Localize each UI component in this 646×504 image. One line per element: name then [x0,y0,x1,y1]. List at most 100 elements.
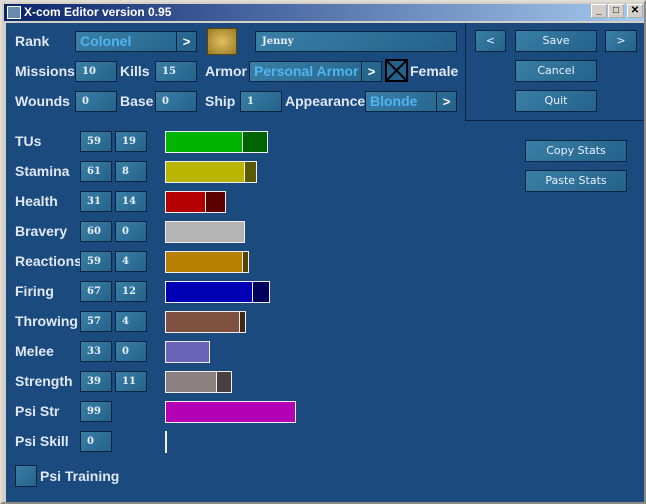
stat-base-field[interactable]: 33 [80,341,112,362]
stat-bar-bonus [240,312,245,332]
stat-label: Psi Skill [15,433,69,449]
panel-divider [465,23,466,121]
rank-select[interactable]: Colonel > [75,31,197,52]
close-button[interactable]: ✕ [627,4,643,18]
stat-base-field[interactable]: 59 [80,251,112,272]
window-title: X-com Editor version 0.95 [24,5,172,19]
stat-bar-base [166,312,240,332]
stat-base-field[interactable]: 67 [80,281,112,302]
stat-base-field[interactable]: 39 [80,371,112,392]
stat-bar-bonus [243,132,267,152]
copy-stats-button[interactable]: Copy Stats [525,140,627,162]
appearance-value: Blonde [370,93,418,109]
stat-bar [165,281,270,303]
stat-bar-base [166,342,209,362]
stat-label: Throwing [15,313,78,329]
chevron-right-icon[interactable]: > [176,32,196,51]
stat-label: Reactions [15,253,82,269]
stat-bar-bonus [217,372,231,392]
stat-bar [165,221,245,243]
stat-base-field[interactable]: 31 [80,191,112,212]
rank-label: Rank [15,33,50,49]
stat-label: Bravery [15,223,68,239]
stat-bonus-field[interactable]: 4 [115,251,147,272]
stat-base-field[interactable]: 57 [80,311,112,332]
stat-bar [165,311,246,333]
stat-base-field[interactable]: 0 [80,431,112,452]
armor-value: Personal Armor [254,63,359,79]
base-field[interactable]: 0 [155,91,197,112]
kills-label: Kills [120,63,150,79]
app-icon [7,6,21,19]
stat-label: Firing [15,283,54,299]
base-label: Base [120,93,154,109]
armor-select[interactable]: Personal Armor > [249,61,382,82]
stat-bar-bonus [243,252,248,272]
rank-badge-icon [207,28,237,55]
stat-label: Health [15,193,58,209]
ship-label: Ship [205,93,236,109]
stat-bar [165,431,167,453]
stat-bonus-field[interactable]: 0 [115,221,147,242]
title-bar: X-com Editor version 0.95 [4,4,644,21]
appearance-select[interactable]: Blonde > [365,91,457,112]
stat-label: Psi Str [15,403,60,419]
stat-label: TUs [15,133,42,149]
stat-bar [165,191,226,213]
stat-bar-base [166,162,245,182]
stat-bar-base [166,192,206,212]
stat-label: Stamina [15,163,70,179]
stat-bonus-field[interactable]: 0 [115,341,147,362]
stat-base-field[interactable]: 60 [80,221,112,242]
panel-divider [465,120,644,121]
prev-soldier-button[interactable]: < [475,30,506,52]
stat-base-field[interactable]: 59 [80,131,112,152]
save-button[interactable]: Save [515,30,597,52]
appearance-label: Appearance [285,93,366,109]
stat-base-field[interactable]: 99 [80,401,112,422]
stat-bar [165,251,249,273]
checkmark-x-icon [386,60,407,81]
stat-bar-base [166,132,243,152]
next-soldier-button[interactable]: > [605,30,637,52]
paste-stats-button[interactable]: Paste Stats [525,170,627,192]
female-label: Female [410,63,459,79]
quit-button[interactable]: Quit [515,90,597,112]
armor-label: Armor [205,63,248,79]
stat-bar-bonus [253,282,269,302]
wounds-label: Wounds [15,93,70,109]
client-area: Rank Colonel > Jenny Missions 10 Kills 15… [6,23,644,502]
stat-bonus-field[interactable]: 8 [115,161,147,182]
ship-field[interactable]: 1 [240,91,282,112]
minimize-button[interactable]: _ [591,4,607,18]
maximize-button[interactable]: □ [608,4,624,18]
rank-value: Colonel [80,33,132,49]
stat-bonus-field[interactable]: 14 [115,191,147,212]
stat-bar-base [166,222,244,242]
kills-field[interactable]: 15 [155,61,197,82]
stat-bonus-field[interactable]: 11 [115,371,147,392]
female-checkbox[interactable] [385,59,408,82]
stat-bonus-field[interactable]: 19 [115,131,147,152]
missions-label: Missions [15,63,75,79]
stat-base-field[interactable]: 61 [80,161,112,182]
stat-bonus-field[interactable]: 12 [115,281,147,302]
name-field[interactable]: Jenny [255,31,457,52]
wounds-field[interactable]: 0 [75,91,117,112]
stat-label: Melee [15,343,54,359]
missions-field[interactable]: 10 [75,61,117,82]
stat-bar-base [166,282,253,302]
cancel-button[interactable]: Cancel [515,60,597,82]
stat-bar [165,401,296,423]
stat-bar [165,161,257,183]
stat-bar-base [166,402,295,422]
stat-bar [165,341,210,363]
stat-bonus-field[interactable]: 4 [115,311,147,332]
chevron-right-icon[interactable]: > [361,62,381,81]
psi-training-checkbox[interactable] [15,465,37,487]
stat-bar-bonus [206,192,225,212]
chevron-right-icon[interactable]: > [436,92,456,111]
stat-bar [165,131,268,153]
stat-bar [165,371,232,393]
stat-bar-base [166,372,217,392]
